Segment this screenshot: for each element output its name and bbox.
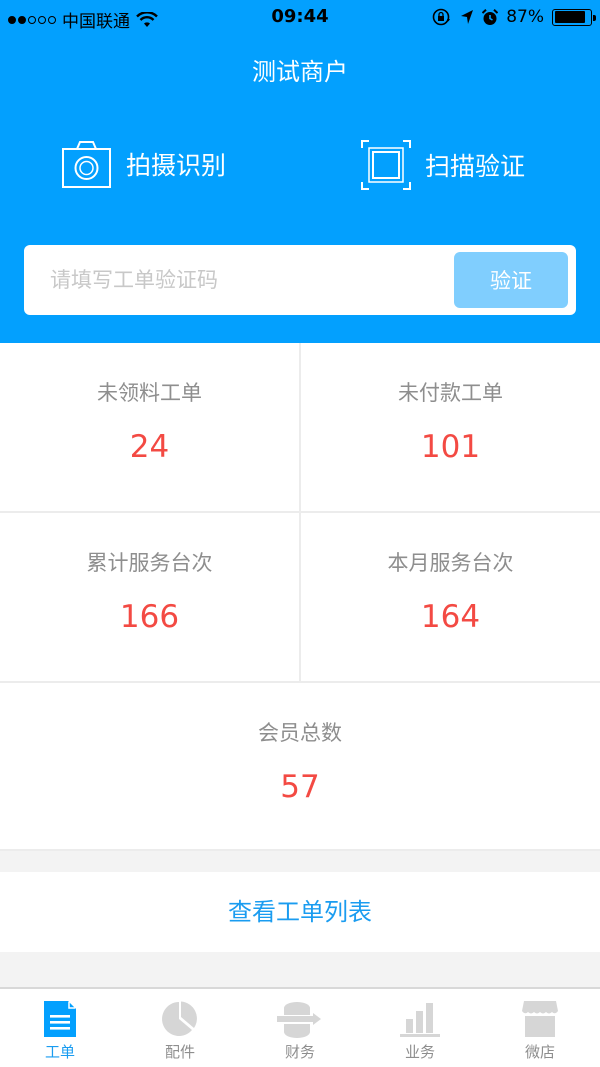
merchant-title: 测试商户 [252,58,348,86]
status-right: 87% [432,7,596,27]
tab-work-orders[interactable]: 工单 [0,989,120,1067]
stat-total-services[interactable]: 累计服务台次 166 [0,513,299,681]
stats-row: 会员总数 57 [0,683,600,851]
bar-chart-icon [400,1003,440,1037]
stat-unpaid-orders[interactable]: 未付款工单 101 [299,343,600,511]
alarm-icon [482,8,499,25]
tab-label: 工单 [44,1043,75,1061]
stat-value: 166 [119,599,180,635]
orientation-lock-icon [432,8,451,26]
stat-total-members[interactable]: 会员总数 57 [0,683,600,849]
pie-chart-icon [162,1001,197,1036]
stat-label: 未付款工单 [398,381,503,405]
stat-value: 57 [280,769,320,805]
photo-recognize-button[interactable]: 拍摄识别 [62,140,226,188]
stat-label: 累计服务台次 [86,551,213,575]
tab-label: 微店 [524,1043,555,1061]
scan-frame-icon [361,140,411,190]
camera-icon [62,141,111,188]
stat-value: 24 [129,429,170,465]
view-order-list-button[interactable]: 查看工单列表 [0,872,600,952]
stats-row: 累计服务台次 166 本月服务台次 164 [0,513,600,683]
battery-icon [552,8,596,26]
tab-label: 财务 [284,1043,315,1061]
tab-business[interactable]: 业务 [360,989,480,1067]
stat-value: 164 [420,599,481,635]
tab-finance[interactable]: 财务 [240,989,360,1067]
stat-unclaimed-orders[interactable]: 未领料工单 24 [0,343,299,511]
storefront-icon [522,1001,558,1037]
stat-label: 本月服务台次 [387,551,514,575]
document-icon [44,1001,76,1037]
stats-grid: 未领料工单 24 未付款工单 101 累计服务台次 166 本月服务台次 164… [0,343,600,851]
verify-button[interactable]: 验证 [454,252,568,308]
verify-code-input[interactable] [24,245,444,315]
location-arrow-icon [461,10,474,24]
stat-value: 101 [420,429,481,465]
tab-parts[interactable]: 配件 [120,989,240,1067]
stat-label: 未领料工单 [97,381,202,405]
stat-label: 会员总数 [258,721,342,745]
status-bar: 中国联通 09:44 87% [0,0,600,36]
verify-code-box: 验证 [24,245,576,315]
header: 中国联通 09:44 87% 测试商户 拍摄识别 扫描验证 请填写工单验证码 验… [0,0,600,343]
database-transfer-icon [277,1002,321,1038]
tab-micro-store[interactable]: 微店 [480,989,600,1067]
stat-monthly-services[interactable]: 本月服务台次 164 [299,513,600,681]
battery-fill [554,11,585,23]
scan-verify-label: 扫描验证 [425,152,526,181]
stats-row: 未领料工单 24 未付款工单 101 [0,343,600,513]
tab-label: 业务 [404,1043,435,1061]
battery-percent: 87% [506,7,544,27]
photo-recognize-label: 拍摄识别 [126,151,227,180]
tab-label: 配件 [164,1043,195,1061]
tab-bar: 工单 配件 财务 业务 微店 [0,987,600,1067]
scan-verify-button[interactable]: 扫描验证 [361,140,525,190]
